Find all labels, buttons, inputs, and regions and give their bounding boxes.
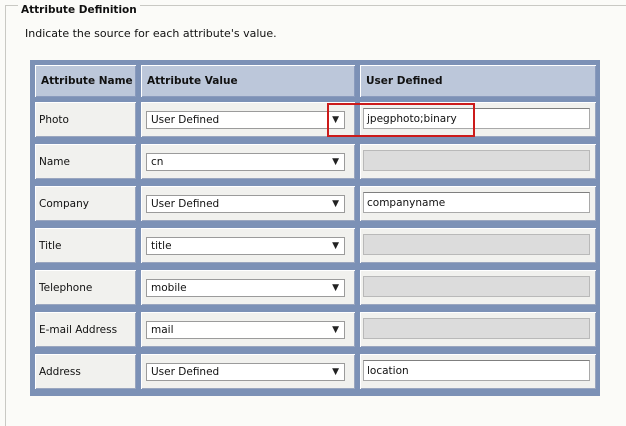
attribute-name: E-mail Address [39, 323, 118, 336]
chevron-down-icon[interactable]: ▼ [332, 283, 339, 293]
user-defined-input[interactable]: location [363, 360, 590, 381]
chevron-down-icon[interactable]: ▼ [332, 325, 339, 335]
attribute-value-cell: User Defined ▼ [141, 102, 355, 137]
header-attribute-value: Attribute Value [141, 65, 355, 97]
user-defined-cell [360, 144, 596, 179]
header-user-defined: User Defined [360, 65, 596, 97]
user-defined-cell [360, 228, 596, 263]
attribute-name: Telephone [39, 281, 93, 294]
attribute-name-cell: Photo [35, 102, 136, 137]
attribute-value-selected: cn [151, 156, 164, 168]
attribute-name-cell: Address [35, 354, 136, 389]
attribute-value-select[interactable]: mobile ▼ [146, 279, 345, 297]
user-defined-input[interactable]: companyname [363, 192, 590, 213]
attribute-value-cell: User Defined ▼ [141, 186, 355, 221]
header-attribute-name: Attribute Name [35, 65, 136, 97]
user-defined-input [363, 234, 590, 255]
user-defined-cell: companyname [360, 186, 596, 221]
attribute-value-selected: title [151, 240, 172, 252]
attribute-name: Photo [39, 113, 69, 126]
attribute-name: Address [39, 365, 81, 378]
attribute-value-selected: mobile [151, 282, 187, 294]
attribute-value-select[interactable]: mail ▼ [146, 321, 345, 339]
attribute-value-cell: User Defined ▼ [141, 354, 355, 389]
section-legend: Attribute Definition [18, 4, 140, 16]
attribute-value-selected: User Defined [151, 198, 220, 210]
chevron-down-icon[interactable]: ▼ [332, 367, 339, 377]
attribute-name: Title [39, 239, 62, 252]
attribute-name: Name [39, 155, 70, 168]
attribute-name-cell: Company [35, 186, 136, 221]
attribute-value-selected: mail [151, 324, 174, 336]
attribute-name: Company [39, 197, 89, 210]
user-defined-cell [360, 270, 596, 305]
user-defined-input [363, 150, 590, 171]
attribute-value-selected: User Defined [151, 114, 220, 126]
chevron-down-icon[interactable]: ▼ [332, 199, 339, 209]
user-defined-input [363, 318, 590, 339]
section-description: Indicate the source for each attribute's… [25, 27, 277, 40]
attribute-value-cell: title ▼ [141, 228, 355, 263]
user-defined-cell: location [360, 354, 596, 389]
attribute-value-cell: mobile ▼ [141, 270, 355, 305]
chevron-down-icon[interactable]: ▼ [332, 157, 339, 167]
attribute-value-cell: mail ▼ [141, 312, 355, 347]
attribute-value-cell: cn ▼ [141, 144, 355, 179]
attribute-value-select[interactable]: User Defined ▼ [146, 111, 345, 129]
attribute-name-cell: Name [35, 144, 136, 179]
attribute-name-cell: Telephone [35, 270, 136, 305]
user-defined-cell [360, 312, 596, 347]
user-defined-input [363, 276, 590, 297]
attribute-value-select[interactable]: User Defined ▼ [146, 195, 345, 213]
attribute-value-select[interactable]: title ▼ [146, 237, 345, 255]
attribute-name-cell: Title [35, 228, 136, 263]
attribute-name-cell: E-mail Address [35, 312, 136, 347]
highlight-box [327, 103, 475, 137]
chevron-down-icon[interactable]: ▼ [332, 241, 339, 251]
attribute-value-selected: User Defined [151, 366, 220, 378]
attribute-table: Attribute Name Attribute Value User Defi… [30, 60, 600, 396]
attribute-value-select[interactable]: cn ▼ [146, 153, 345, 171]
attribute-value-select[interactable]: User Defined ▼ [146, 363, 345, 381]
